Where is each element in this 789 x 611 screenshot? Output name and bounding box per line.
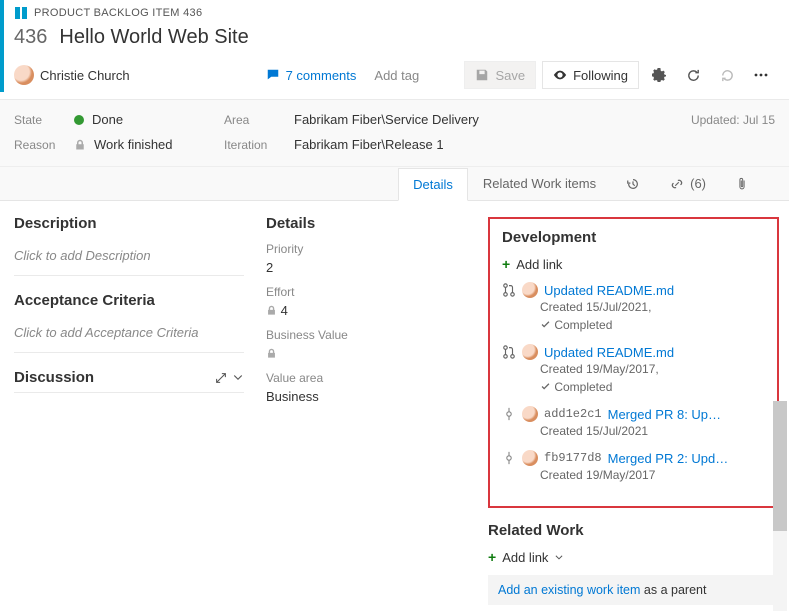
pull-request-icon xyxy=(502,345,516,359)
add-related-link[interactable]: + Add link xyxy=(488,549,779,565)
priority-value[interactable]: 2 xyxy=(266,260,466,275)
acceptance-heading: Acceptance Criteria xyxy=(14,292,244,309)
following-button[interactable]: Following xyxy=(542,61,639,89)
avatar xyxy=(522,450,538,466)
work-item-title[interactable]: Hello World Web Site xyxy=(59,26,248,49)
dev-link[interactable]: Merged PR 2: Upd… xyxy=(608,451,729,466)
refresh-button[interactable] xyxy=(679,61,707,89)
state-label: State xyxy=(14,113,74,127)
effort-label: Effort xyxy=(266,285,466,299)
save-icon xyxy=(475,68,489,82)
dev-item-meta: Created 19/May/2017 xyxy=(540,466,765,484)
description-heading: Description xyxy=(14,215,244,232)
history-icon xyxy=(626,177,640,191)
settings-button[interactable] xyxy=(645,61,673,89)
development-panel: Development + Add link Updated README.md… xyxy=(488,217,779,508)
add-existing-work-item[interactable]: Add an existing work item as a parent xyxy=(488,575,779,605)
backlog-item-icon xyxy=(14,6,28,20)
more-actions-button[interactable] xyxy=(747,61,775,89)
dev-item-meta: Created 15/Jul/2021 xyxy=(540,422,765,440)
effort-value[interactable]: 4 xyxy=(266,303,466,318)
pull-request-icon xyxy=(502,283,516,297)
commit-icon xyxy=(502,451,516,465)
assignee-name: Christie Church xyxy=(40,68,130,83)
done-dot-icon xyxy=(74,115,84,125)
work-item-type: PRODUCT BACKLOG ITEM 436 xyxy=(34,7,202,19)
value-area-value[interactable]: Business xyxy=(266,389,466,404)
related-work-heading: Related Work xyxy=(488,522,779,539)
undo-icon xyxy=(720,68,735,83)
dev-link[interactable]: Merged PR 8: Up… xyxy=(608,407,721,422)
priority-label: Priority xyxy=(266,242,466,256)
plus-icon: + xyxy=(488,549,496,565)
state-value[interactable]: Done xyxy=(74,112,224,127)
area-label: Area xyxy=(224,113,294,127)
discussion-heading: Discussion xyxy=(14,369,94,386)
tab-details[interactable]: Details xyxy=(398,168,468,201)
avatar xyxy=(522,282,538,298)
refresh-icon xyxy=(686,68,701,83)
avatar xyxy=(522,344,538,360)
chevron-down-icon xyxy=(554,552,564,562)
comments-link[interactable]: 7 comments xyxy=(266,68,357,83)
tab-attachments[interactable] xyxy=(721,167,763,200)
details-heading: Details xyxy=(266,215,466,232)
iteration-value[interactable]: Fabrikam Fiber\Release 1 xyxy=(294,137,691,152)
business-value-value[interactable] xyxy=(266,346,466,361)
dev-link[interactable]: Updated README.md xyxy=(544,283,674,298)
tab-related-work[interactable]: Related Work items xyxy=(468,167,611,200)
lock-icon xyxy=(266,348,277,359)
dev-item-meta: Created 15/Jul/2021, Completed xyxy=(540,298,765,334)
lock-icon xyxy=(266,305,277,316)
iteration-label: Iteration xyxy=(224,138,294,152)
dev-item[interactable]: add1e2c1 Merged PR 8: Up…Created 15/Jul/2… xyxy=(502,406,765,440)
dev-item[interactable]: Updated README.mdCreated 15/Jul/2021, Co… xyxy=(502,282,765,334)
tab-links[interactable]: (6) xyxy=(655,167,721,200)
ellipsis-icon xyxy=(753,67,769,83)
reason-label: Reason xyxy=(14,138,74,152)
commit-hash: add1e2c1 xyxy=(544,407,602,421)
updated-text: Updated: Jul 15 xyxy=(691,113,775,127)
add-tag[interactable]: Add tag xyxy=(374,68,419,83)
save-button: Save xyxy=(464,61,536,89)
dev-item[interactable]: Updated README.mdCreated 19/May/2017, Co… xyxy=(502,344,765,396)
expand-icon[interactable] xyxy=(214,371,228,385)
reason-value[interactable]: Work finished xyxy=(74,137,224,152)
chevron-down-icon[interactable] xyxy=(232,371,244,385)
value-area-label: Value area xyxy=(266,371,466,385)
lock-icon xyxy=(74,139,86,151)
business-value-label: Business Value xyxy=(266,328,466,342)
work-item-id: 436 xyxy=(14,26,47,49)
avatar xyxy=(522,406,538,422)
check-icon xyxy=(540,381,551,392)
description-placeholder[interactable]: Click to add Description xyxy=(14,242,244,269)
tab-history[interactable] xyxy=(611,167,655,200)
eye-icon xyxy=(553,68,567,82)
dev-item[interactable]: fb9177d8 Merged PR 2: Upd…Created 19/May/… xyxy=(502,450,765,484)
acceptance-placeholder[interactable]: Click to add Acceptance Criteria xyxy=(14,319,244,346)
check-icon xyxy=(540,319,551,330)
assignee[interactable]: Christie Church xyxy=(14,65,130,85)
link-icon xyxy=(670,177,684,191)
attachment-icon xyxy=(736,177,748,191)
plus-icon: + xyxy=(502,256,510,272)
undo-button[interactable] xyxy=(713,61,741,89)
add-dev-link[interactable]: + Add link xyxy=(502,256,765,272)
avatar xyxy=(14,65,34,85)
commit-icon xyxy=(502,407,516,421)
gear-icon xyxy=(651,67,667,83)
dev-item-meta: Created 19/May/2017, Completed xyxy=(540,360,765,396)
comment-icon xyxy=(266,68,280,82)
area-value[interactable]: Fabrikam Fiber\Service Delivery xyxy=(294,112,691,127)
development-heading: Development xyxy=(502,229,765,246)
commit-hash: fb9177d8 xyxy=(544,451,602,465)
dev-link[interactable]: Updated README.md xyxy=(544,345,674,360)
